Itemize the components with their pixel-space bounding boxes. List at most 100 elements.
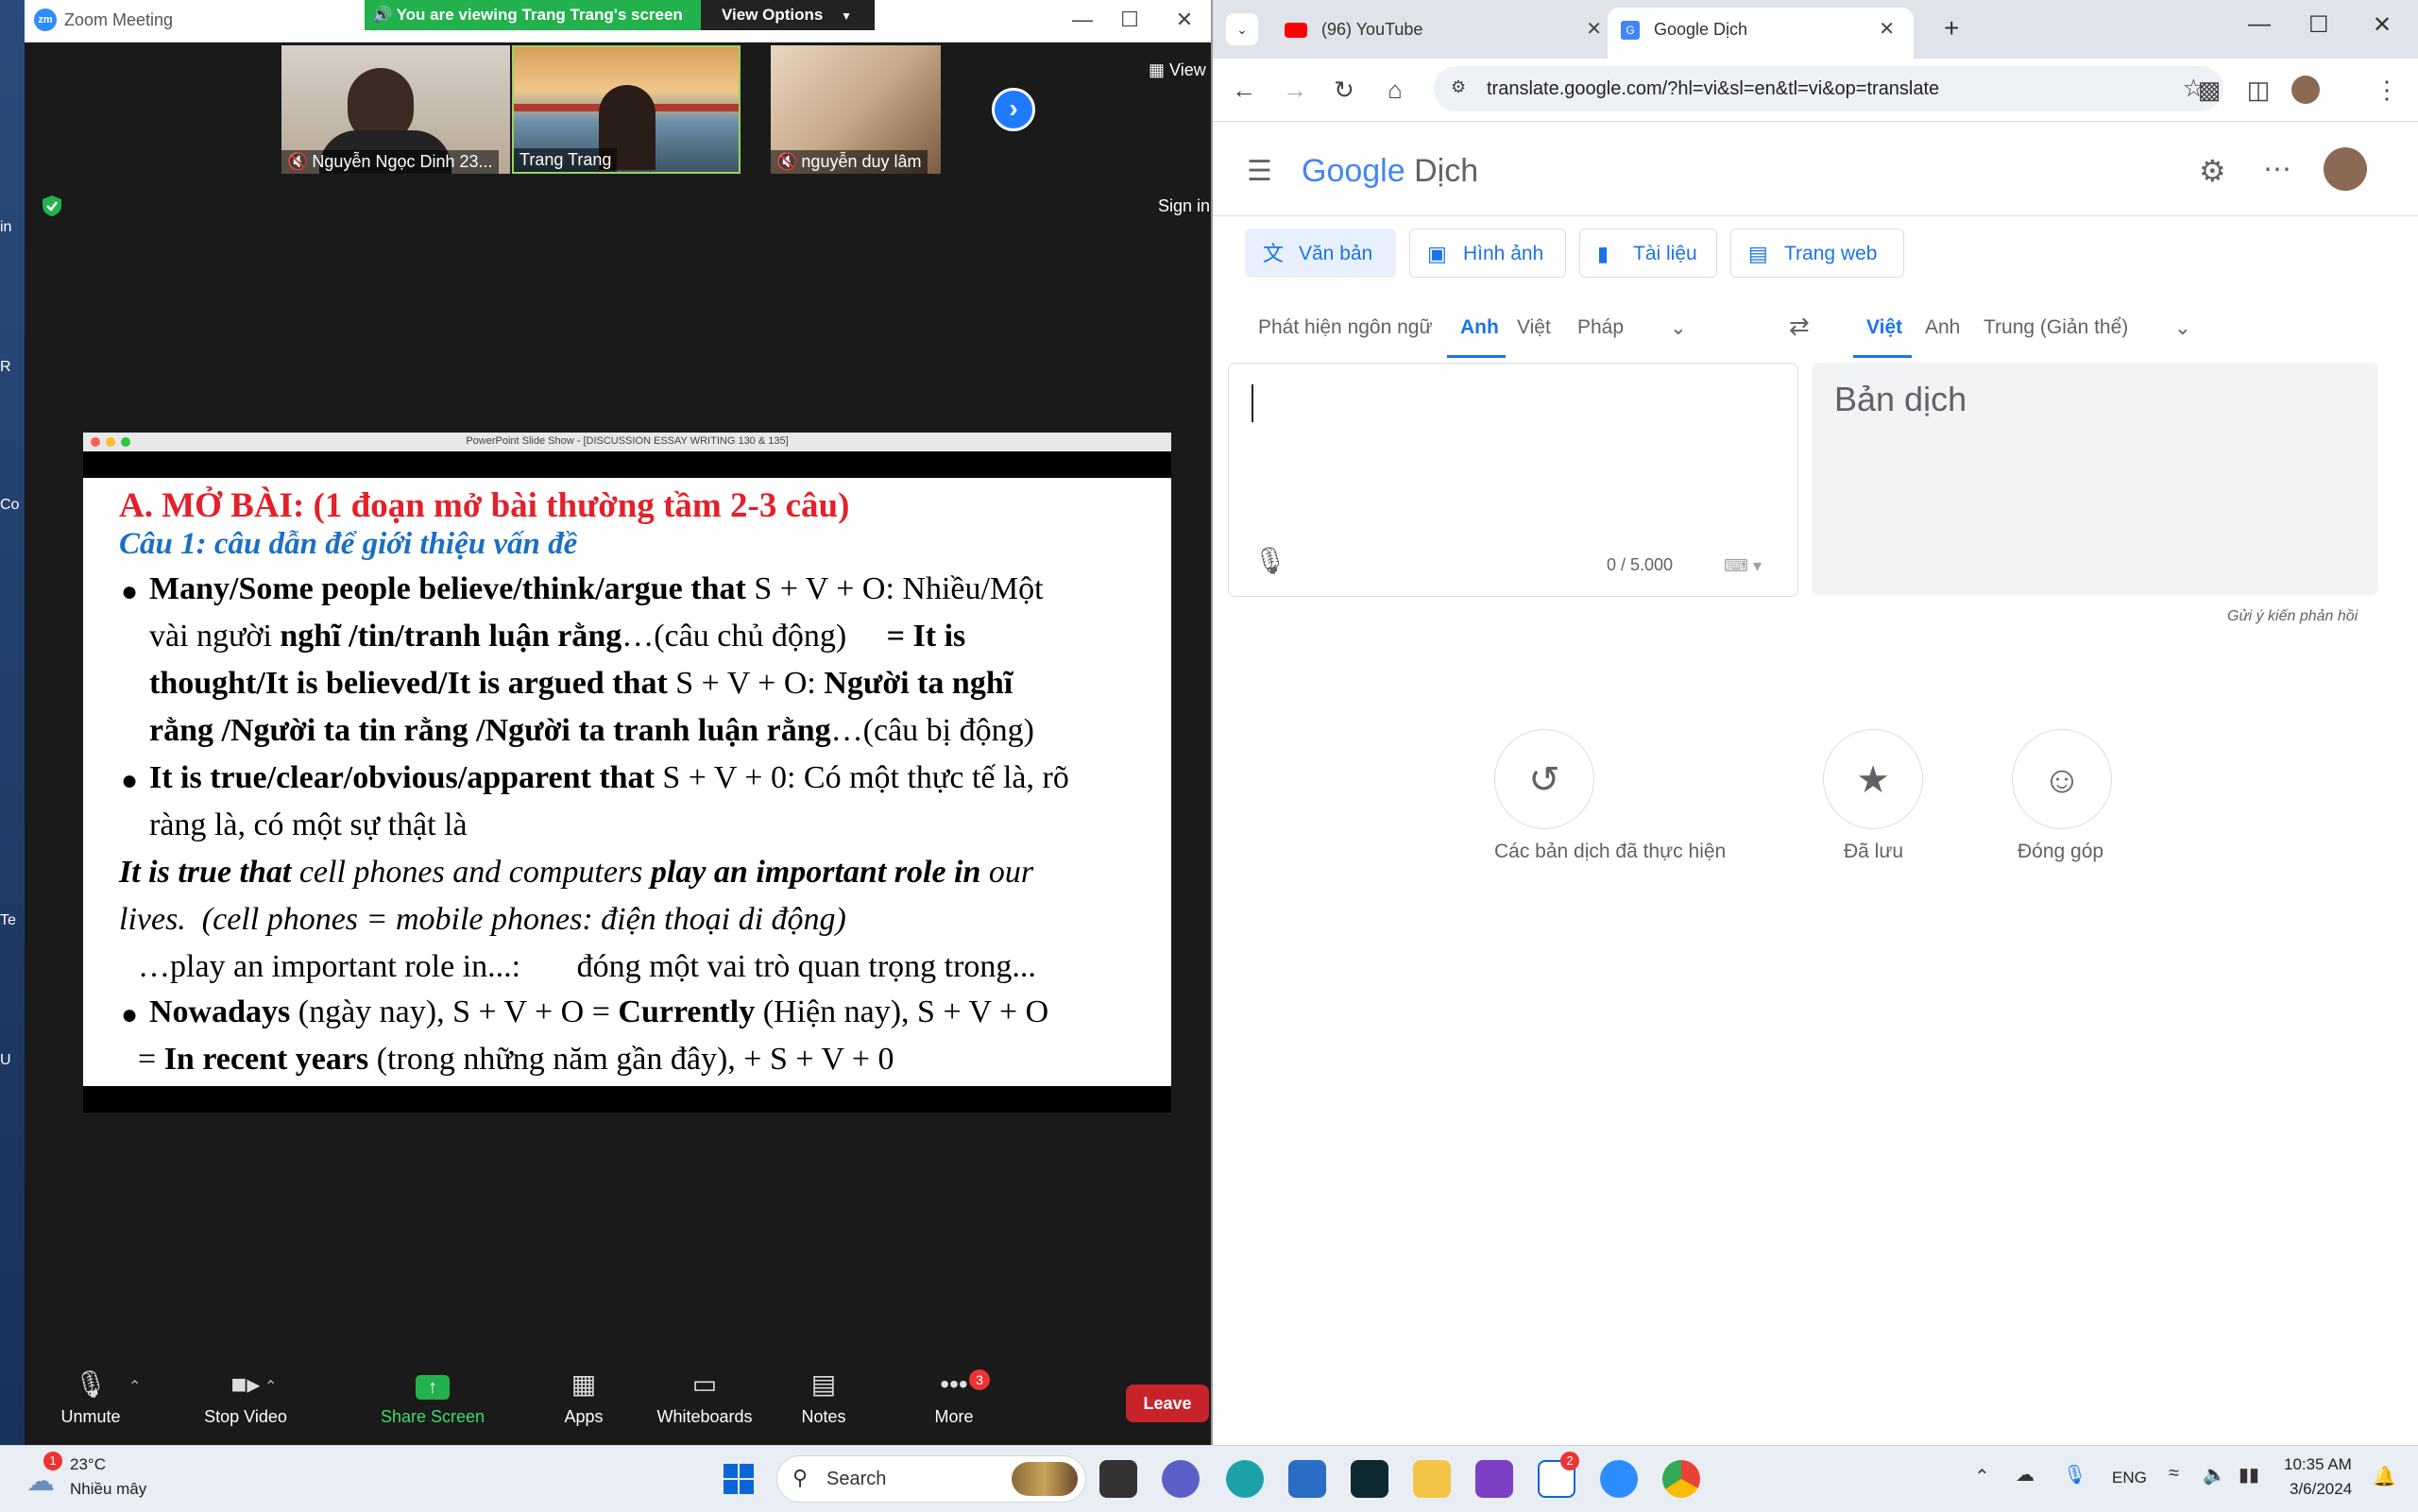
battery-icon[interactable]: ▮▮ [2239,1463,2259,1487]
microphone-icon[interactable]: 🎙 [1253,545,1287,576]
extensions-icon[interactable]: ▩ [2193,76,2225,105]
store-icon[interactable] [1288,1460,1326,1498]
target-lang-vietnamese[interactable]: Việt [1866,316,1902,339]
back-icon[interactable]: ← [1228,76,1260,105]
keyboard-icon[interactable]: ⌨ ▾ [1724,556,1762,576]
chevron-up-icon[interactable]: ⌃ [264,1377,277,1396]
close-tab-icon[interactable]: ✕ [1586,8,1602,51]
source-lang-french[interactable]: Pháp [1577,316,1624,339]
file-explorer-icon[interactable] [1413,1460,1451,1498]
forward-icon[interactable]: → [1279,76,1311,105]
windows-start-icon[interactable] [720,1460,758,1498]
send-feedback-link[interactable]: Gửi ý kiến phản hồi [2227,608,2358,625]
close-icon[interactable]: ✕ [1166,8,1203,32]
notes-button[interactable]: ▤ Notes [758,1369,890,1427]
whiteboards-button[interactable]: ▭ Whiteboards [639,1369,771,1427]
mode-document-button[interactable]: ▮ Tài liệu [1579,229,1717,278]
url-text[interactable]: translate.google.com/?hl=vi&sl=en&tl=vi&… [1487,78,1939,100]
view-button[interactable]: ▦ View [1149,60,1206,80]
contribute-button[interactable]: ☺ [2012,729,2112,829]
shield-icon[interactable] [42,195,62,217]
tab-youtube[interactable]: (96) YouTube ✕ [1271,8,1621,59]
desktop-icon-label[interactable]: U [0,1052,25,1069]
hamburger-menu-icon[interactable]: ☰ [1247,155,1272,188]
target-lang-english[interactable]: Anh [1925,316,1960,339]
chevron-up-icon[interactable]: ⌃ [128,1377,141,1396]
predator-icon[interactable] [1351,1460,1388,1498]
taskbar-search[interactable]: ⚲ Search [776,1455,1086,1503]
input-language[interactable]: ENG [2112,1469,2147,1487]
mode-text-button[interactable]: 文 Văn bản [1245,229,1396,278]
maximize-icon[interactable]: ☐ [1111,8,1149,32]
new-tab-icon[interactable]: + [1944,13,1959,43]
volume-icon[interactable]: 🔈 [2203,1463,2226,1487]
google-translate-logo[interactable]: Google Dịch [1302,153,1478,190]
desktop-icon-label[interactable]: R [0,359,25,376]
minimize-icon[interactable]: — [1064,8,1101,32]
minimize-icon[interactable]: — [2248,11,2271,38]
home-icon[interactable]: ⌂ [1379,76,1411,105]
site-info-icon[interactable]: ⚙ [1451,77,1466,97]
participant-video-active[interactable]: Trang Trang [512,45,741,174]
profile-avatar[interactable] [2291,76,2320,104]
star-icon: ★ [1856,759,1890,801]
onedrive-icon[interactable]: ☁ [2016,1463,2035,1487]
participant-video[interactable]: 🔇 Nguyễn Ngọc Dinh 23... [281,45,510,174]
participant-name: nguyễn duy lâm [801,152,922,171]
close-tab-icon[interactable]: ✕ [1879,8,1895,51]
microphone-icon[interactable]: 🎙 [2063,1463,2086,1487]
clock-time[interactable]: 10:35 AM [2284,1455,2352,1474]
weather-temperature[interactable]: 23°C [70,1455,106,1474]
chevron-down-icon[interactable]: ⌄ [2174,316,2191,340]
tab-google-translate[interactable]: G Google Dịch ✕ [1608,8,1914,59]
clock-date[interactable]: 3/6/2024 [2290,1480,2352,1499]
source-lang-english[interactable]: Anh [1460,316,1499,339]
reload-icon[interactable]: ↻ [1328,76,1360,105]
history-button[interactable]: ↺ [1494,729,1594,829]
translate-icon: 文 [1263,242,1285,265]
source-lang-detect[interactable]: Phát hiện ngôn ngữ [1258,316,1433,339]
apps-grid-icon[interactable]: ⋯ [2263,153,2291,186]
stop-video-button[interactable]: ■▸ Stop Video [179,1369,312,1427]
desktop-icon-label[interactable]: in [0,219,25,236]
source-lang-vietnamese[interactable]: Việt [1517,316,1551,339]
visual-studio-icon[interactable] [1475,1460,1513,1498]
wifi-icon[interactable]: ≈ [2169,1463,2179,1485]
view-options-button[interactable]: View Options ▼ [701,0,875,30]
swap-languages-icon[interactable]: ⇄ [1789,312,1810,341]
notification-bell-icon[interactable]: 🔔 [2373,1465,2396,1488]
participant-video[interactable]: 🔇 nguyễn duy lâm [771,45,941,174]
leave-button[interactable]: Leave [1126,1385,1209,1422]
more-button[interactable]: ••• More [888,1369,1020,1427]
sign-in-link[interactable]: Sign in [1158,196,1210,216]
next-participants-button[interactable]: › [992,88,1035,131]
zoom-app-icon[interactable] [1600,1460,1638,1498]
mode-image-button[interactable]: ▣ Hình ảnh [1409,229,1566,278]
menu-kebab-icon[interactable]: ⋮ [2371,76,2403,105]
saved-button[interactable]: ★ [1823,729,1923,829]
account-avatar[interactable] [2324,147,2367,191]
youtube-icon [1285,23,1307,39]
muted-mic-icon: 🔇 [776,152,798,171]
chevron-down-icon[interactable]: ⌄ [1670,316,1687,340]
maximize-icon[interactable]: ☐ [2308,11,2329,39]
task-view-icon[interactable] [1099,1460,1137,1498]
desktop-icon-label[interactable]: Te [0,912,25,929]
source-text-input[interactable]: 🎙 0 / 5.000 ⌨ ▾ [1228,363,1798,597]
target-lang-chinese[interactable]: Trung (Giản thể) [1984,316,2128,339]
desktop-icon-label[interactable]: Co [0,497,25,514]
chevron-up-icon[interactable]: ⌃ [1974,1465,1990,1488]
close-icon[interactable]: ✕ [2373,11,2392,39]
share-screen-button[interactable]: ↑ Share Screen [366,1369,499,1427]
side-panel-icon[interactable]: ◫ [2242,76,2274,105]
address-bar[interactable]: ⚙ translate.google.com/?hl=vi&sl=en&tl=v… [1434,66,2223,111]
apps-button[interactable]: ▦ Apps [518,1369,650,1427]
chrome-app-icon[interactable] [1662,1460,1700,1498]
document-icon: ▮ [1597,242,1609,265]
edge-icon[interactable] [1226,1460,1264,1498]
tab-search-chevron-icon[interactable]: ⌄ [1226,13,1258,45]
settings-gear-icon[interactable]: ⚙ [2199,153,2226,189]
chat-icon[interactable] [1162,1460,1200,1498]
mode-website-button[interactable]: ▤ Trang web [1730,229,1904,278]
weather-condition[interactable]: Nhiều mây [70,1480,146,1499]
